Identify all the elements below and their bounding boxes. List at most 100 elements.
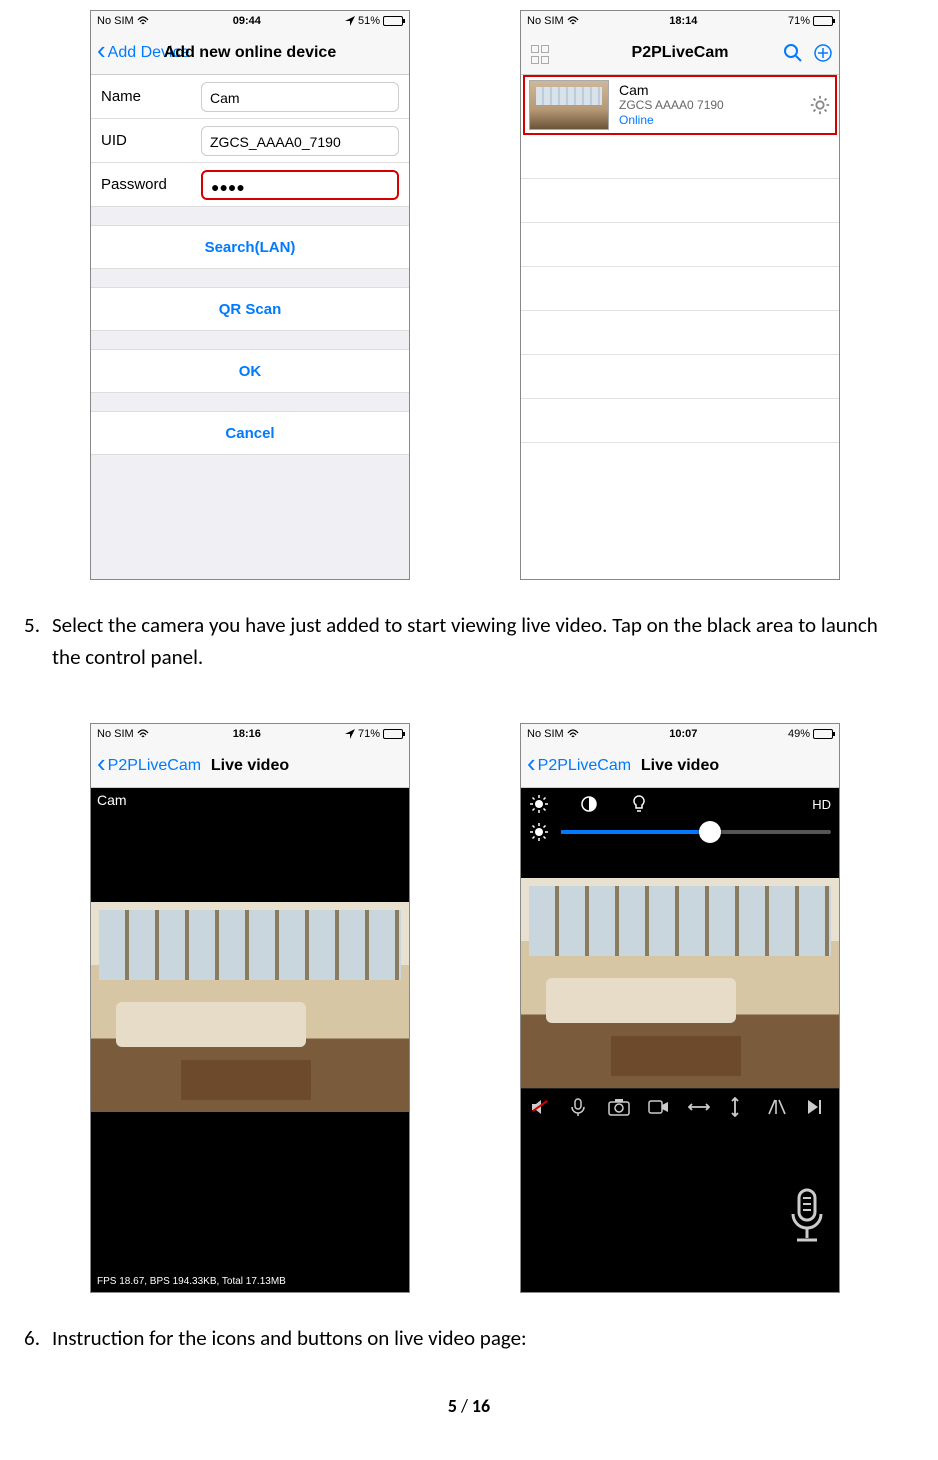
chevron-left-icon — [97, 755, 106, 777]
mic-button[interactable] — [569, 1097, 593, 1117]
battery-pct: 49% — [788, 728, 810, 740]
night-vision-button[interactable] — [629, 794, 649, 814]
microphone-icon — [569, 1097, 587, 1117]
carrier-label: No SIM — [527, 15, 564, 27]
battery-pct: 71% — [788, 15, 810, 27]
empty-row — [521, 311, 839, 355]
live-video-frame — [521, 878, 839, 1088]
record-button[interactable] — [648, 1099, 672, 1115]
brightness-slider[interactable] — [561, 830, 831, 834]
name-input[interactable]: Cam — [201, 82, 399, 112]
device-list-item[interactable]: Cam ZGCS AAAA0 7190 Online — [523, 75, 837, 135]
step-number: 6. — [10, 1323, 52, 1355]
search-lan-button[interactable]: Search(LAN) — [91, 225, 409, 269]
device-settings-button[interactable] — [809, 94, 831, 116]
status-bar: No SIM 18:16 71% — [91, 724, 409, 744]
resolution-button[interactable]: HD — [812, 797, 831, 812]
wifi-icon — [137, 16, 149, 26]
carrier-label: No SIM — [97, 15, 134, 27]
empty-row — [521, 223, 839, 267]
microphone-icon — [785, 1186, 829, 1246]
mirror-button[interactable] — [767, 1098, 791, 1116]
contrast-icon — [579, 794, 599, 814]
grid-icon — [531, 45, 551, 65]
flip-vertical-button[interactable] — [728, 1097, 752, 1117]
status-bar: No SIM 09:44 51% — [91, 11, 409, 31]
battery-icon — [383, 729, 403, 739]
brightness-button[interactable] — [529, 794, 549, 814]
field-uid: UID ZGCS_AAAA0_7190 — [91, 119, 409, 163]
stream-stats: FPS 18.67, BPS 194.33KB, Total 17.13MB — [95, 1275, 288, 1288]
status-bar: No SIM 18:14 71% — [521, 11, 839, 31]
back-button[interactable]: P2PLiveCam — [527, 755, 631, 777]
step-number: 5. — [10, 610, 52, 673]
screenshot-live-video-controls: No SIM 10:07 49% P2PLiveCam Live video — [520, 723, 840, 1293]
speaker-mute-icon — [529, 1097, 549, 1117]
location-icon — [345, 16, 355, 26]
battery-pct: 71% — [358, 728, 380, 740]
password-label: Password — [101, 176, 201, 193]
screenshot-live-video: No SIM 18:16 71% P2PLiveCam — [90, 723, 410, 1293]
empty-row — [521, 399, 839, 443]
nav-bar: P2PLiveCam Live video — [91, 744, 409, 788]
mirror-icon — [767, 1098, 787, 1116]
back-label: P2PLiveCam — [538, 757, 631, 775]
device-status: Online — [619, 113, 809, 128]
ok-button[interactable]: OK — [91, 349, 409, 393]
mute-button[interactable] — [529, 1097, 553, 1117]
screenshot-add-device: No SIM 09:44 51% Add Device — [90, 10, 410, 580]
empty-row — [521, 355, 839, 399]
add-button[interactable] — [813, 43, 833, 63]
back-button[interactable]: Add Device — [97, 42, 190, 64]
password-input[interactable]: ●●●● — [201, 170, 399, 200]
chevron-left-icon — [527, 755, 536, 777]
video-area[interactable]: Cam FPS 18.67, BPS 194.33KB, Total 17.13… — [91, 788, 409, 1292]
uid-label: UID — [101, 132, 201, 149]
screenshot-device-list: No SIM 18:14 71% P2PLiveCam — [520, 10, 840, 580]
video-toolbar — [521, 1088, 839, 1124]
device-thumbnail — [529, 80, 609, 130]
name-label: Name — [101, 88, 201, 105]
flip-vertical-icon — [728, 1097, 742, 1117]
carrier-label: No SIM — [527, 728, 564, 740]
clock: 18:16 — [233, 728, 261, 740]
empty-row — [521, 135, 839, 179]
flip-horizontal-button[interactable] — [688, 1100, 712, 1114]
play-next-icon — [807, 1099, 821, 1115]
nav-bar: Add Device Add new online device — [91, 31, 409, 75]
clock: 10:07 — [669, 728, 697, 740]
clock: 09:44 — [233, 15, 261, 27]
instruction-step-6: 6. Instruction for the icons and buttons… — [0, 1323, 938, 1355]
field-password: Password ●●●● — [91, 163, 409, 207]
search-button[interactable] — [783, 43, 803, 63]
camera-name-overlay: Cam — [91, 788, 409, 812]
back-label: Add Device — [108, 44, 190, 62]
search-icon — [783, 43, 803, 63]
qr-scan-button[interactable]: QR Scan — [91, 287, 409, 331]
page-sep: / — [457, 1395, 472, 1417]
gear-icon — [809, 94, 831, 116]
live-video-frame — [91, 902, 409, 1112]
wifi-icon — [567, 729, 579, 739]
cancel-button[interactable]: Cancel — [91, 411, 409, 455]
nav-bar: P2PLiveCam Live video — [521, 744, 839, 788]
push-to-talk-button[interactable] — [785, 1186, 829, 1246]
clock: 18:14 — [669, 15, 697, 27]
field-name: Name Cam — [91, 75, 409, 119]
plus-circle-icon — [813, 43, 833, 63]
device-uid: ZGCS AAAA0 7190 — [619, 98, 809, 113]
instruction-step-5: 5. Select the camera you have just added… — [0, 610, 938, 673]
next-button[interactable] — [807, 1099, 831, 1115]
chevron-left-icon — [97, 42, 106, 64]
step-text: Instruction for the icons and buttons on… — [52, 1323, 908, 1355]
snapshot-button[interactable] — [608, 1098, 632, 1116]
carrier-label: No SIM — [97, 728, 134, 740]
back-button[interactable]: P2PLiveCam — [97, 755, 201, 777]
video-area[interactable]: HD — [521, 788, 839, 1292]
battery-icon — [383, 16, 403, 26]
uid-input[interactable]: ZGCS_AAAA0_7190 — [201, 126, 399, 156]
contrast-button[interactable] — [579, 794, 599, 814]
battery-pct: 51% — [358, 15, 380, 27]
view-grid-button[interactable] — [527, 40, 551, 65]
brightness-slider-icon — [529, 822, 549, 842]
